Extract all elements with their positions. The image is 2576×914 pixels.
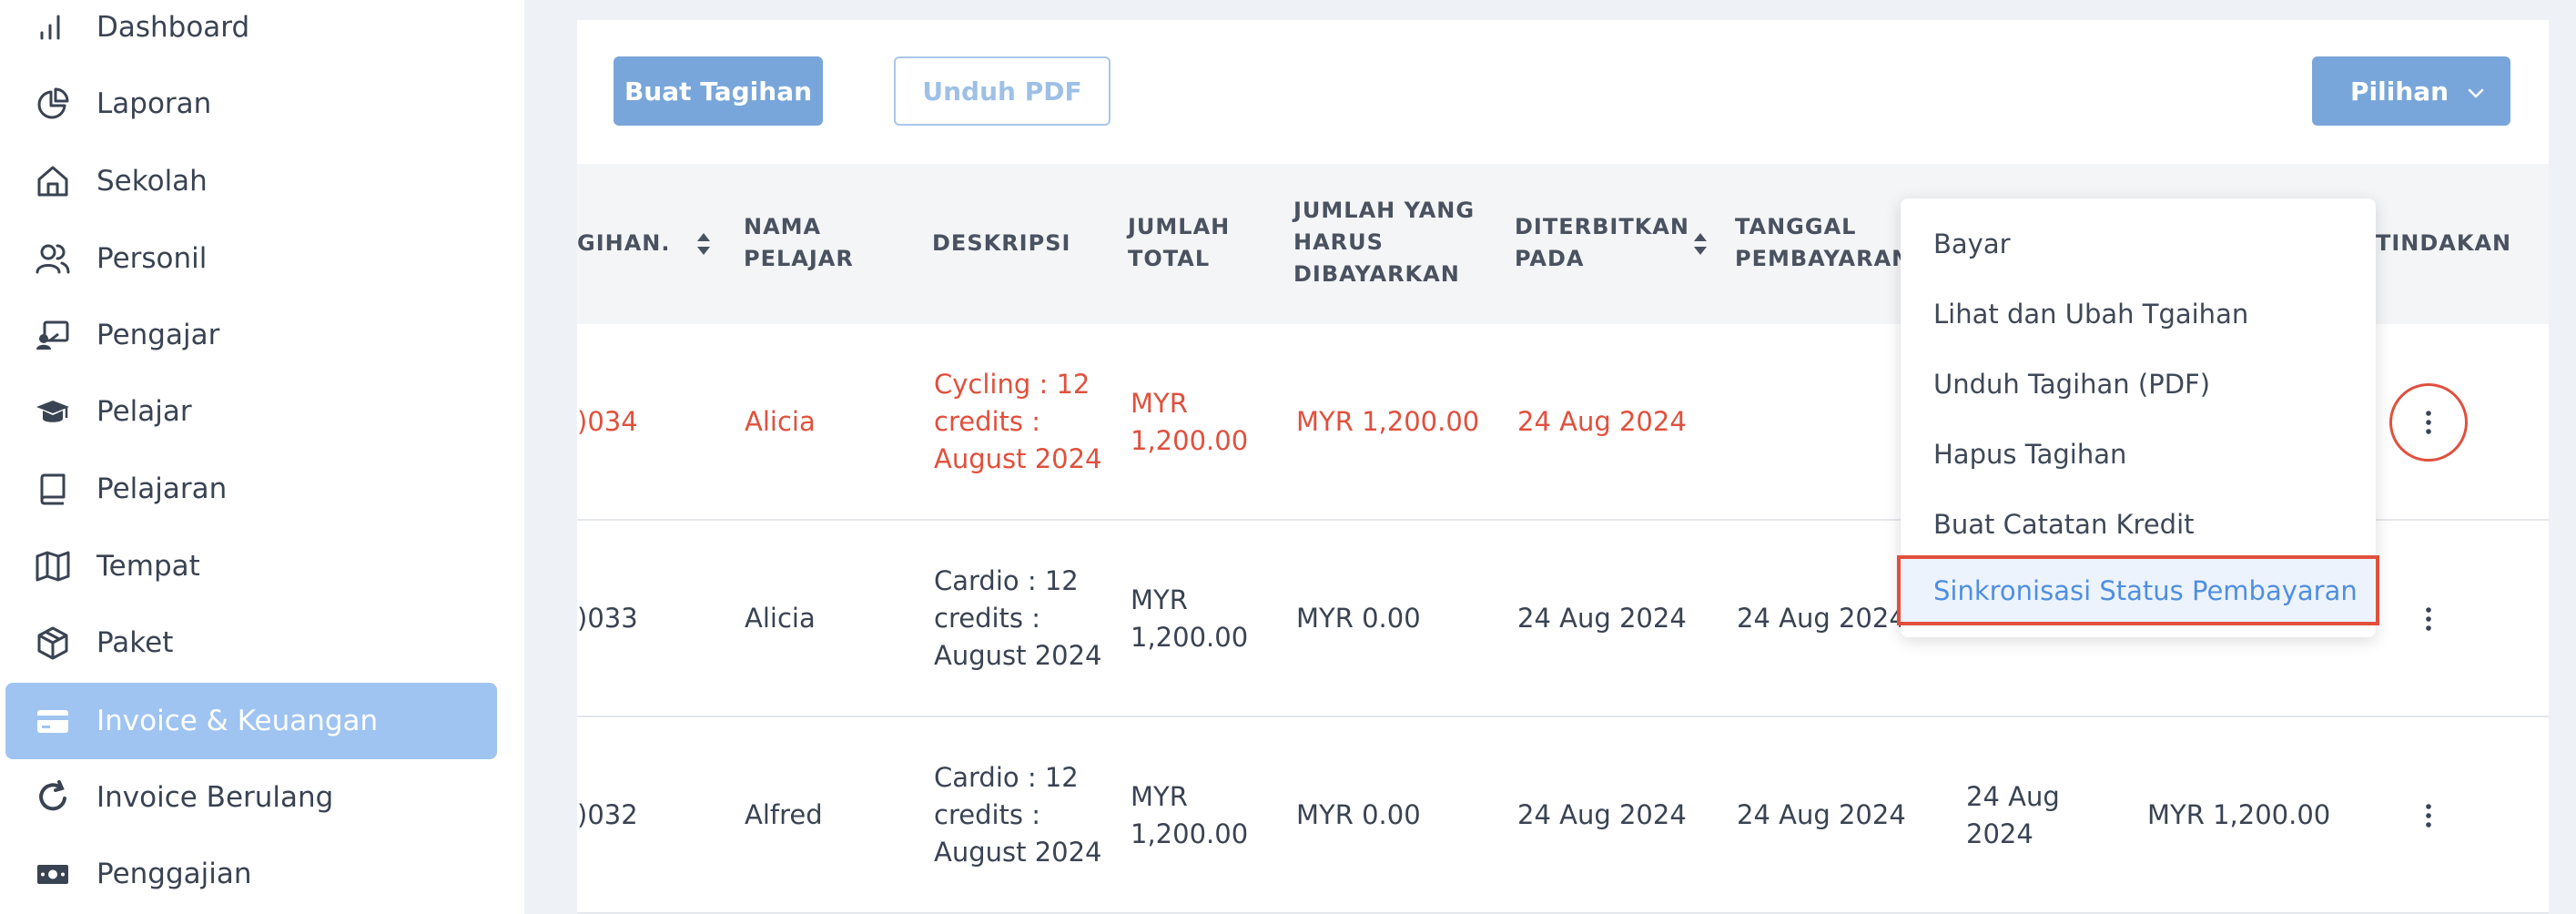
chevron-down-icon xyxy=(2465,80,2487,102)
more-vertical-icon[interactable] xyxy=(2424,605,2433,633)
sidebar-item-penggajian[interactable]: Penggajian xyxy=(5,836,497,912)
pie-chart-icon xyxy=(35,86,71,122)
sidebar: Dashboard Laporan Sekolah Personil Penga… xyxy=(0,0,524,914)
amount-due: MYR 0.00 xyxy=(1296,603,1421,634)
column-header-student[interactable]: NAMA PELAJAR xyxy=(744,211,854,275)
invoice-number[interactable]: )034 xyxy=(577,403,638,441)
sidebar-item-label: Invoice & Keuangan xyxy=(96,705,379,737)
row-action-dropdown: Bayar Lihat dan Ubah Tgaihan Unduh Tagih… xyxy=(1897,198,2379,637)
paid-amount: MYR 1,200.00 xyxy=(2147,799,2331,830)
menu-item-pay[interactable]: Bayar xyxy=(1901,208,2376,279)
sidebar-item-tempat[interactable]: Tempat xyxy=(5,528,497,604)
options-label: Pilihan xyxy=(2350,76,2449,107)
home-icon xyxy=(35,163,71,199)
issued-date: 24 Aug 2024 xyxy=(1517,603,1687,634)
sidebar-item-label: Penggajian xyxy=(96,858,252,890)
sidebar-item-label: Dashboard xyxy=(96,11,250,44)
sidebar-item-label: Tempat xyxy=(96,550,200,583)
due-date: 24 Aug 2024 xyxy=(1966,781,2060,849)
sidebar-item-paket[interactable]: Paket xyxy=(5,604,497,681)
sidebar-item-label: Personil xyxy=(96,242,208,275)
invoice-description: Cardio : 12 credits : August 2024 xyxy=(934,565,1102,671)
amount-due: MYR 1,200.00 xyxy=(1296,406,1480,437)
sidebar-item-dashboard[interactable]: Dashboard xyxy=(5,0,497,66)
menu-item-view-edit[interactable]: Lihat dan Ubah Tgaihan xyxy=(1901,279,2376,349)
credit-card-icon xyxy=(35,703,71,739)
column-header-invoice-no[interactable]: GIHAN. xyxy=(577,228,671,259)
teacher-icon xyxy=(35,317,71,353)
issued-date: 24 Aug 2024 xyxy=(1517,799,1687,830)
table-row[interactable]: )032 Alfred Cardio : 12 credits : August 2… xyxy=(577,717,2549,914)
graduation-cap-icon xyxy=(35,393,71,430)
map-icon xyxy=(35,548,71,584)
column-header-action: TINDAKAN xyxy=(2376,230,2512,256)
sidebar-item-personil[interactable]: Personil xyxy=(5,220,497,297)
total-amount: MYR 1,200.00 xyxy=(1131,584,1249,653)
column-header-payment-date[interactable]: TANGGAL PEMBAYARAN xyxy=(1735,211,1911,275)
invoice-description: Cardio : 12 credits : August 2024 xyxy=(934,762,1102,868)
sidebar-item-pengajar[interactable]: Pengajar xyxy=(5,297,497,373)
invoice-number[interactable]: )033 xyxy=(577,600,638,637)
bar-chart-icon xyxy=(35,9,71,46)
sidebar-item-label: Pelajar xyxy=(96,395,192,428)
sidebar-item-label: Paket xyxy=(96,626,174,659)
sidebar-item-label: Pengajar xyxy=(96,319,220,351)
menu-item-sync-payment-status[interactable]: Sinkronisasi Status Pembayaran xyxy=(1897,555,2379,625)
menu-item-download-pdf[interactable]: Unduh Tagihan (PDF) xyxy=(1901,349,2376,419)
users-icon xyxy=(35,240,71,277)
student-name: Alfred xyxy=(745,799,823,830)
payment-date: 24 Aug 2024 xyxy=(1737,603,1906,634)
sidebar-item-label: Sekolah xyxy=(96,165,208,198)
sidebar-item-invoice-keuangan[interactable]: Invoice & Keuangan xyxy=(5,683,497,759)
sidebar-item-pelajaran[interactable]: Pelajaran xyxy=(5,451,497,527)
options-button[interactable]: Pilihan xyxy=(2312,56,2510,126)
total-amount: MYR 1,200.00 xyxy=(1131,388,1249,456)
total-amount: MYR 1,200.00 xyxy=(1131,781,1249,849)
sidebar-item-pelajar[interactable]: Pelajar xyxy=(5,373,497,450)
sidebar-item-invoice-berulang[interactable]: Invoice Berulang xyxy=(5,759,497,836)
column-header-amount-due[interactable]: JUMLAH YANG HARUS DIBAYARKAN xyxy=(1293,195,1475,290)
sidebar-item-laporan[interactable]: Laporan xyxy=(5,66,497,142)
sidebar-item-sekolah[interactable]: Sekolah xyxy=(5,143,497,219)
column-header-issued-on[interactable]: DITERBITKAN PADA xyxy=(1515,211,1689,275)
invoice-description: Cycling : 12 credits : August 2024 xyxy=(934,369,1102,474)
menu-item-delete[interactable]: Hapus Tagihan xyxy=(1901,419,2376,489)
book-icon xyxy=(35,471,71,507)
sidebar-item-label: Pelajaran xyxy=(96,472,228,505)
sort-icon[interactable] xyxy=(695,231,712,257)
issued-date: 24 Aug 2024 xyxy=(1517,406,1687,437)
sort-icon[interactable] xyxy=(1692,231,1709,257)
column-header-description[interactable]: DESKRIPSI xyxy=(932,228,1070,259)
column-header-total[interactable]: JUMLAH TOTAL xyxy=(1128,211,1230,275)
invoice-number[interactable]: )032 xyxy=(577,797,638,834)
student-name: Alicia xyxy=(745,406,816,437)
more-vertical-icon[interactable] xyxy=(2424,802,2433,829)
download-pdf-button[interactable]: Unduh PDF xyxy=(894,56,1111,126)
student-name: Alicia xyxy=(745,603,816,634)
package-icon xyxy=(35,625,71,661)
payment-date: 24 Aug 2024 xyxy=(1737,799,1906,830)
refresh-icon xyxy=(35,779,71,816)
amount-due: MYR 0.00 xyxy=(1296,799,1421,830)
more-vertical-icon[interactable] xyxy=(2424,409,2433,436)
create-invoice-button[interactable]: Buat Tagihan xyxy=(614,56,823,126)
sidebar-item-label: Laporan xyxy=(96,87,212,120)
money-icon xyxy=(35,856,71,892)
sidebar-item-label: Invoice Berulang xyxy=(96,781,334,814)
menu-item-credit-note[interactable]: Buat Catatan Kredit xyxy=(1901,489,2376,559)
